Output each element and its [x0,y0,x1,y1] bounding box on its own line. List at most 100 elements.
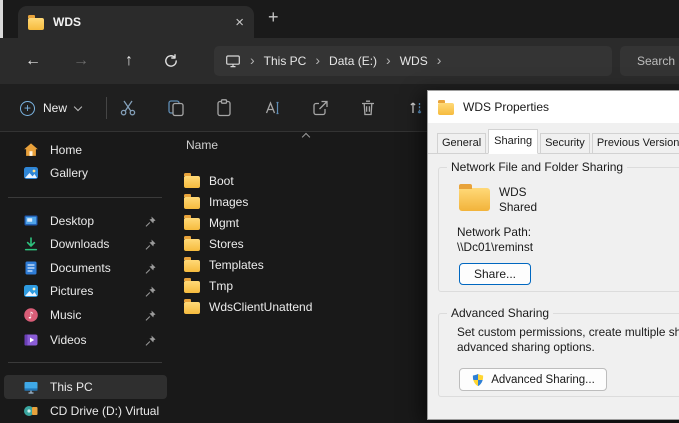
copy-icon [168,100,184,117]
new-tab-button[interactable]: + [268,8,279,26]
chevron-down-icon [73,102,83,111]
file-row-stores[interactable]: Stores [184,233,244,254]
explorer-tab[interactable]: WDS × [18,6,254,38]
paste-icon [217,99,231,117]
network-path-value: \\Dc01\reminst [457,240,534,254]
folder-icon [459,183,490,211]
folder-icon [184,194,200,209]
cd-drive-icon [24,406,38,416]
network-sharing-group: Network File and Folder Sharing WDS Shar… [438,160,679,292]
sidebar-label: Videos [50,333,87,347]
downloads-icon [24,237,38,251]
copy-button[interactable] [156,90,196,126]
breadcrumb-data-e[interactable]: Data (E:) [329,54,377,68]
folder-icon [184,215,200,230]
share-dialog-button[interactable]: Share... [459,263,531,285]
sidebar-item-home[interactable]: Home [4,138,167,162]
share-name: WDS [499,185,527,199]
file-name: WdsClientUnattend [209,299,313,314]
file-row-wdsclientunattend[interactable]: WdsClientUnattend [184,296,312,317]
sidebar-item-this-pc[interactable]: This PC [4,375,167,399]
refresh-icon [165,54,177,67]
file-name: Boot [209,173,234,188]
pin-icon [145,334,156,346]
sidebar-label: Home [50,143,83,157]
file-name: Mgmt [209,215,239,230]
sidebar-label: Gallery [50,166,89,180]
gallery-icon [24,167,38,179]
tab-security[interactable]: Security [540,133,590,153]
search-placeholder: Search [637,54,676,68]
folder-icon [184,173,200,188]
cut-icon [120,100,136,116]
close-tab-icon[interactable]: × [235,15,244,30]
network-path-label: Network Path: [457,225,532,239]
cut-button[interactable] [108,90,148,126]
music-icon: ♪ [24,308,38,322]
share-button[interactable] [300,90,340,126]
delete-icon [362,100,374,116]
sidebar-item-pictures[interactable]: Pictures [4,279,167,303]
file-row-tmp[interactable]: Tmp [184,275,233,296]
refresh-button[interactable] [163,53,191,69]
dialog-title-bar[interactable]: WDS Properties [428,91,679,123]
pictures-icon [24,285,38,297]
sidebar-item-downloads[interactable]: Downloads [4,232,167,256]
this-pc-icon [24,382,38,394]
sidebar-item-desktop[interactable]: Desktop [4,209,167,233]
file-row-boot[interactable]: Boot [184,170,234,191]
breadcrumb-this-pc[interactable]: This PC [264,54,307,68]
chevron-right-icon: › [436,52,442,68]
file-row-templates[interactable]: Templates [184,254,264,275]
sidebar-label: Documents [50,261,111,275]
home-icon [24,143,38,156]
chevron-right-icon: › [386,52,391,68]
group-title: Network File and Folder Sharing [447,160,628,174]
sidebar-item-cd-drive[interactable]: CD Drive (D:) Virtual [4,399,167,423]
folder-icon [184,299,200,314]
folder-icon [184,257,200,272]
search-input[interactable]: Search [620,46,679,76]
file-name: Images [209,194,249,209]
wds-properties-dialog: WDS Properties General Sharing Security … [427,90,679,420]
paste-button[interactable] [204,90,244,126]
sidebar-label: Music [50,308,82,322]
sort-ascending-icon[interactable] [301,132,311,142]
sidebar-divider [8,362,162,363]
breadcrumb[interactable]: › This PC › Data (E:) › WDS › [214,46,612,76]
sidebar-item-music[interactable]: ♪ Music [4,303,167,327]
back-button[interactable]: ← [19,52,47,70]
breadcrumb-wds[interactable]: WDS [400,54,428,68]
advanced-sharing-button-label: Advanced Sharing... [491,373,595,386]
advanced-sharing-button[interactable]: Advanced Sharing... [459,368,607,391]
file-row-mgmt[interactable]: Mgmt [184,212,239,233]
share-icon [313,100,328,116]
sidebar-item-documents[interactable]: Documents [4,256,167,280]
tab-bar: WDS × + [0,0,679,38]
delete-button[interactable] [348,90,388,126]
file-name: Stores [209,236,244,251]
folder-icon [184,236,200,251]
rename-button[interactable] [252,90,292,126]
tab-sharing[interactable]: Sharing [488,129,539,154]
sidebar-item-gallery[interactable]: Gallery [4,161,167,185]
sidebar-label: Pictures [50,284,94,298]
advanced-description-line1: Set custom permissions, create multiple … [457,325,679,339]
chevron-right-icon: › [315,52,321,68]
sidebar-label: Desktop [50,214,95,228]
new-button[interactable]: + New [12,92,89,124]
dialog-tab-strip: General Sharing Security Previous Versio… [428,123,679,154]
pin-icon [145,215,156,227]
background-window-edge [0,0,3,40]
column-header-name[interactable]: Name [186,138,218,152]
tab-previous-versions[interactable]: Previous Versions [591,133,679,153]
pin-icon [145,262,156,274]
new-button-label: New [43,101,68,115]
file-name: Tmp [209,278,233,293]
up-button[interactable]: ↑ [115,52,143,70]
sidebar-item-videos[interactable]: Videos [4,328,167,352]
toolbar-divider [106,97,107,119]
tab-general[interactable]: General [437,133,487,153]
file-row-images[interactable]: Images [184,191,248,212]
forward-button[interactable]: → [67,52,95,70]
